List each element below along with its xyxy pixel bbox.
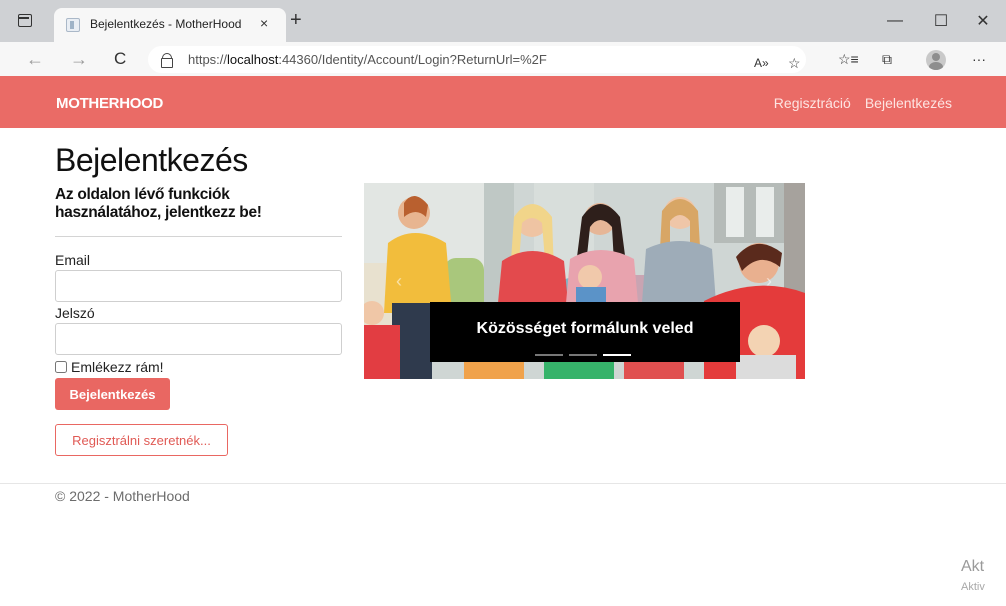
email-label: Email <box>55 252 91 268</box>
brand-logo[interactable]: MOTHERHOOD <box>56 95 163 112</box>
page-favicon-icon <box>66 18 80 32</box>
footer-copyright: © 2022 - MotherHood <box>55 488 190 504</box>
register-button[interactable]: Regisztrálni szeretnék... <box>55 424 228 456</box>
url-path: :44360/Identity/Account/Login?ReturnUrl=… <box>278 52 547 67</box>
reload-icon[interactable]: C <box>114 49 126 69</box>
remember-me-label[interactable]: Emlékezz rám! <box>71 359 164 375</box>
read-aloud-icon[interactable]: A» <box>754 55 769 71</box>
favorites-icon[interactable]: ☆≡ <box>838 51 859 67</box>
forward-icon[interactable]: → <box>70 49 88 69</box>
browser-toolbar: ← → C https://localhost:44360/Identity/A… <box>0 42 1006 76</box>
remember-me: Emlékezz rám! <box>55 359 164 375</box>
carousel-indicator-1[interactable] <box>535 354 563 356</box>
tab-title: Bejelentkezés - MotherHood <box>90 17 242 31</box>
back-icon[interactable]: ← <box>26 49 44 69</box>
new-tab-icon[interactable]: + <box>290 9 302 31</box>
add-favorite-icon[interactable]: ☆ <box>788 55 801 71</box>
image-carousel[interactable]: ‹ › Közösséget formálunk veled <box>364 183 805 379</box>
profile-avatar-icon[interactable] <box>926 50 946 70</box>
email-input[interactable] <box>55 270 342 302</box>
carousel-next-icon[interactable]: › <box>766 271 772 292</box>
url-host: localhost <box>227 52 279 67</box>
maximize-icon[interactable]: ☐ <box>918 0 964 42</box>
nav-login-link[interactable]: Bejelentkezés <box>865 95 952 111</box>
carousel-caption-box: Közösséget formálunk veled <box>430 302 740 362</box>
address-bar[interactable]: https://localhost:44360/Identity/Account… <box>148 46 806 73</box>
windows-activation-subtext: Aktiv <box>961 581 985 593</box>
minimize-icon[interactable]: — <box>872 0 918 42</box>
carousel-indicators <box>535 354 631 356</box>
url-text[interactable]: https://localhost:44360/Identity/Account… <box>188 52 547 67</box>
more-menu-icon[interactable]: ··· <box>972 51 986 67</box>
browser-tab-active[interactable]: Bejelentkezés - MotherHood × <box>54 8 286 42</box>
url-prefix: https:// <box>188 52 228 67</box>
tab-close-icon[interactable]: × <box>260 15 268 31</box>
windows-activation-watermark: Akt <box>961 558 985 575</box>
remember-me-checkbox[interactable] <box>55 361 67 373</box>
page-title: Bejelentkezés <box>55 142 248 178</box>
nav-register-link[interactable]: Regisztráció <box>774 95 851 111</box>
carousel-prev-icon[interactable]: ‹ <box>396 271 402 292</box>
login-button[interactable]: Bejelentkezés <box>55 378 170 410</box>
carousel-caption: Közösséget formálunk veled <box>476 320 694 337</box>
lock-icon[interactable] <box>161 53 173 68</box>
carousel-indicator-2[interactable] <box>569 354 597 356</box>
password-input[interactable] <box>55 323 342 355</box>
window-close-icon[interactable]: ✕ <box>960 0 1006 42</box>
login-subtitle: Az oldalon lévő funkciók használatához, … <box>55 186 262 221</box>
site-navbar: MOTHERHOOD Regisztráció Bejelentkezés <box>0 76 1006 128</box>
browser-tab-bar: Bejelentkezés - MotherHood × + — ☐ ✕ <box>0 0 1006 42</box>
password-label: Jelszó <box>55 305 95 321</box>
nav-links: Regisztráció Bejelentkezés <box>774 95 952 111</box>
footer-divider <box>0 483 1006 484</box>
collections-icon[interactable]: ⧉ <box>882 51 892 67</box>
tab-actions-icon[interactable] <box>18 14 32 27</box>
carousel-indicator-3[interactable] <box>603 354 631 356</box>
form-divider <box>55 236 342 237</box>
